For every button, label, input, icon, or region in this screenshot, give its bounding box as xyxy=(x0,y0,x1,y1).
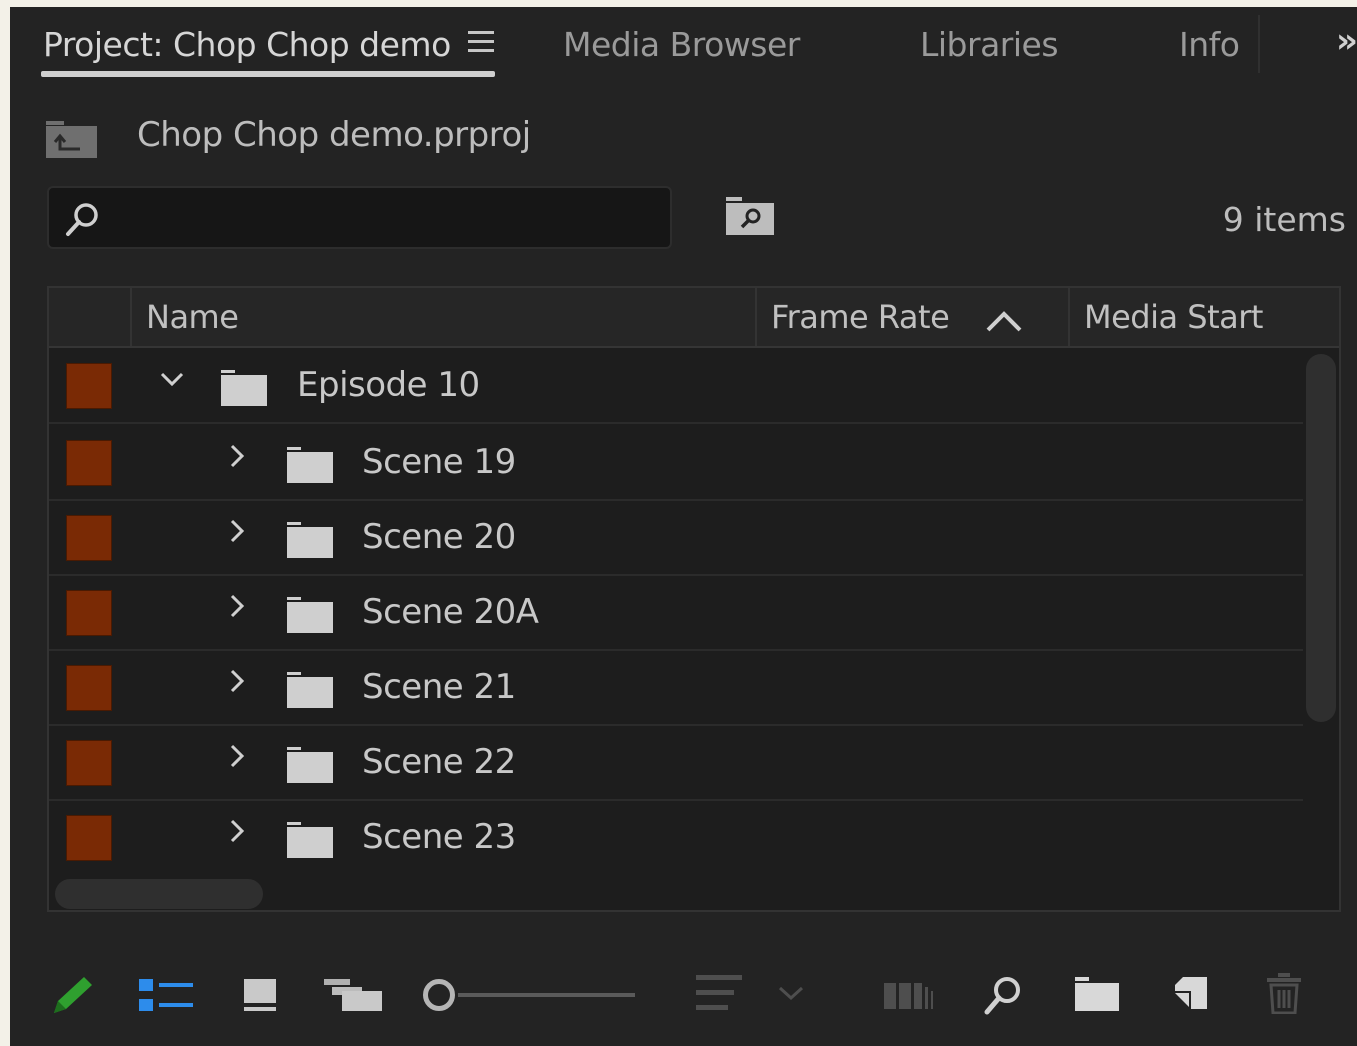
tab-project[interactable]: Project: Chop Chop demo xyxy=(43,25,451,64)
item-count: 9 items xyxy=(1222,200,1346,239)
trash-icon[interactable] xyxy=(1266,972,1302,1014)
pencil-icon[interactable] xyxy=(48,973,96,1019)
sort-icons-icon[interactable] xyxy=(696,973,742,1013)
vertical-scrollbar[interactable] xyxy=(1306,354,1336,722)
row-name[interactable]: Scene 21 xyxy=(362,667,516,707)
search-field[interactable] xyxy=(47,186,672,249)
project-panel: Project: Chop Chop demo Media Browser Li… xyxy=(10,7,1357,1046)
row-name[interactable]: Scene 20 xyxy=(362,517,516,557)
bin-folder-icon xyxy=(287,522,333,558)
table-row[interactable]: Scene 23 xyxy=(49,801,1303,876)
bin-folder-icon xyxy=(287,672,333,708)
zoom-slider-knob[interactable] xyxy=(423,979,455,1011)
chevron-right-icon[interactable] xyxy=(223,592,251,620)
tab-libraries[interactable]: Libraries xyxy=(920,25,1059,64)
sort-ascending-icon xyxy=(986,311,1022,332)
bin-folder-icon xyxy=(287,822,333,858)
column-header-frame-rate[interactable]: Frame Rate xyxy=(771,288,1101,346)
tabs-overflow-icon[interactable]: » xyxy=(1336,21,1357,61)
active-tab-indicator xyxy=(41,71,495,77)
automate-to-sequence-icon[interactable] xyxy=(884,981,934,1011)
bin-folder-icon xyxy=(221,370,267,406)
create-search-bin-icon[interactable] xyxy=(726,197,774,235)
row-name[interactable]: Scene 20A xyxy=(362,592,539,632)
tab-info[interactable]: Info xyxy=(1179,25,1240,64)
column-header-media-start[interactable]: Media Start xyxy=(1084,288,1263,346)
label-color-swatch[interactable] xyxy=(66,815,112,861)
table-row[interactable]: Episode 10 xyxy=(49,349,1303,424)
row-name[interactable]: Scene 22 xyxy=(362,742,516,782)
project-items-table: Name Frame Rate Media Start Episode 10 S… xyxy=(47,286,1341,912)
label-color-swatch[interactable] xyxy=(66,363,112,409)
table-row[interactable]: Scene 19 xyxy=(49,426,1303,501)
label-color-swatch[interactable] xyxy=(66,440,112,486)
label-color-swatch[interactable] xyxy=(66,665,112,711)
freeform-view-icon[interactable] xyxy=(324,977,382,1013)
chevron-right-icon[interactable] xyxy=(223,517,251,545)
sort-dropdown-icon[interactable] xyxy=(778,985,804,1001)
chevron-right-icon[interactable] xyxy=(223,742,251,770)
table-row[interactable]: Scene 21 xyxy=(49,651,1303,726)
search-input[interactable] xyxy=(113,194,653,242)
table-row[interactable]: Scene 20A xyxy=(49,576,1303,651)
horizontal-scrollbar[interactable] xyxy=(55,879,263,909)
chevron-right-icon[interactable] xyxy=(223,667,251,695)
column-header-name[interactable]: Name xyxy=(146,288,239,346)
table-row[interactable]: Scene 20 xyxy=(49,501,1303,576)
column-divider[interactable] xyxy=(1068,288,1070,346)
new-bin-icon[interactable] xyxy=(1075,977,1119,1011)
row-name[interactable]: Episode 10 xyxy=(297,365,480,405)
chevron-right-icon[interactable] xyxy=(223,442,251,470)
column-divider[interactable] xyxy=(130,288,132,346)
list-view-icon[interactable] xyxy=(139,977,193,1013)
table-row[interactable]: Scene 22 xyxy=(49,726,1303,801)
label-color-swatch[interactable] xyxy=(66,740,112,786)
tab-media-browser[interactable]: Media Browser xyxy=(563,25,800,64)
chevron-right-icon[interactable] xyxy=(223,817,251,845)
zoom-slider-track[interactable] xyxy=(458,993,635,997)
row-name[interactable]: Scene 23 xyxy=(362,817,516,857)
panel-menu-icon[interactable] xyxy=(468,31,494,53)
bin-folder-icon xyxy=(287,597,333,633)
new-item-icon[interactable] xyxy=(1173,975,1209,1011)
label-color-swatch[interactable] xyxy=(66,515,112,561)
tab-divider xyxy=(1258,15,1260,73)
chevron-down-icon[interactable] xyxy=(158,365,186,393)
row-name[interactable]: Scene 19 xyxy=(362,442,516,482)
project-file-name: Chop Chop demo.prproj xyxy=(137,115,531,155)
column-header-frame-rate-label: Frame Rate xyxy=(771,298,950,336)
find-icon[interactable] xyxy=(982,973,1024,1017)
bin-folder-icon xyxy=(287,447,333,483)
bin-folder-icon xyxy=(287,747,333,783)
parent-bin-icon[interactable] xyxy=(46,121,97,158)
label-color-swatch[interactable] xyxy=(66,590,112,636)
column-divider[interactable] xyxy=(755,288,757,346)
table-header: Name Frame Rate Media Start xyxy=(49,288,1339,348)
search-icon xyxy=(63,200,103,240)
icon-view-icon[interactable] xyxy=(242,977,278,1013)
